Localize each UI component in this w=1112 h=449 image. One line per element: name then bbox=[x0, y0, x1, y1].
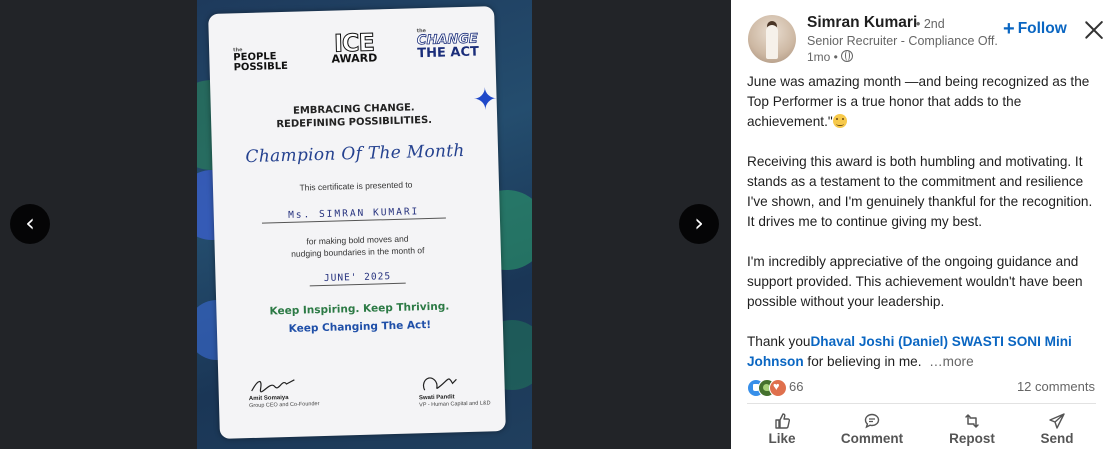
post-body: June was amazing month —and being recogn… bbox=[747, 72, 1102, 372]
change-the-act-logo: the CHANGE THE ACT bbox=[416, 27, 480, 62]
certificate-heading: EMBRACING CHANGE. REDEFINING POSSIBILITI… bbox=[211, 99, 498, 133]
post-paragraph-3: I'm incredibly appreciative of the ongoi… bbox=[747, 254, 1083, 309]
signer-1-role: Group CEO and Co-Founder bbox=[249, 401, 320, 410]
send-button[interactable]: Send bbox=[1017, 410, 1097, 449]
mention-dhaval-joshi[interactable]: Dhaval Joshi (Daniel) bbox=[810, 334, 947, 349]
author-avatar[interactable] bbox=[748, 15, 796, 63]
signature-block-2: Swati Pandit VP - Human Capital and L&D bbox=[418, 370, 499, 409]
paragraph-1-text: June was amazing month —and being recogn… bbox=[747, 74, 1090, 129]
next-image-button[interactable]: › bbox=[679, 204, 719, 244]
logo-right-line2: THE ACT bbox=[417, 44, 480, 62]
logo-left-text: PEOPLE POSSIBLE bbox=[233, 51, 289, 74]
author-headline: Senior Recruiter - Compliance Off... bbox=[807, 34, 997, 48]
comment-icon bbox=[864, 413, 880, 429]
close-icon[interactable] bbox=[1083, 19, 1105, 41]
like-label: Like bbox=[768, 431, 796, 446]
comment-label: Comment bbox=[840, 431, 904, 446]
post-paragraph-1: June was amazing month —and being recogn… bbox=[747, 72, 1102, 132]
thanks-prefix: Thank you bbox=[747, 334, 811, 349]
ice-award-logo: ICE AWARD bbox=[321, 28, 388, 66]
award-reason: for making bold moves and nudging bounda… bbox=[214, 230, 501, 262]
repost-label: Repost bbox=[949, 431, 995, 446]
previous-image-button[interactable]: ‹ bbox=[10, 204, 50, 244]
connection-degree: • 2nd bbox=[916, 17, 945, 31]
certificate-title: Champion Of The Month bbox=[245, 140, 465, 168]
certificate: the PEOPLE POSSIBLE ICE AWARD the CHANGE… bbox=[208, 6, 506, 439]
follow-button[interactable]: + Follow bbox=[1003, 18, 1067, 41]
certificate-motto: Keep Inspiring. Keep Thriving. Keep Chan… bbox=[216, 296, 503, 340]
send-icon bbox=[1049, 413, 1065, 429]
see-more-link[interactable]: …more bbox=[929, 354, 974, 369]
send-label: Send bbox=[1040, 431, 1074, 446]
thumbs-up-icon bbox=[775, 413, 790, 429]
smiling-emoji-icon bbox=[832, 114, 847, 128]
divider bbox=[747, 403, 1096, 404]
globe-icon bbox=[840, 50, 853, 62]
post-paragraph-4: Thank youDhaval Joshi (Daniel) SWASTI SO… bbox=[747, 332, 1102, 372]
post-paragraph-2: Receiving this award is both humbling an… bbox=[747, 154, 1093, 229]
plus-icon: + bbox=[1003, 18, 1015, 40]
comments-count-link[interactable]: 12 comments bbox=[1017, 379, 1095, 394]
signature-block-1: Amit Somaiya Group CEO and Co-Founder bbox=[248, 373, 339, 410]
logo-mid-small: AWARD bbox=[331, 51, 378, 66]
repost-icon bbox=[965, 414, 979, 428]
post-actions: Like Comment Repost Send bbox=[731, 410, 1112, 449]
signature-2-image bbox=[422, 377, 457, 391]
comment-button[interactable]: Comment bbox=[832, 410, 912, 449]
love-reaction-icon bbox=[769, 379, 787, 397]
mention-swasti-soni[interactable]: SWASTI SONI bbox=[952, 334, 1041, 349]
presented-to-text: This certificate is presented to bbox=[299, 179, 413, 193]
thanks-suffix: for believing in me. bbox=[803, 354, 922, 369]
like-button[interactable]: Like bbox=[742, 410, 822, 449]
post-time: 1mo • bbox=[807, 50, 838, 64]
post-panel: Simran Kumari • 2nd Senior Recruiter - C… bbox=[731, 0, 1112, 449]
signer-2-role: VP - Human Capital and L&D bbox=[419, 400, 491, 409]
people-possible-logo: the PEOPLE POSSIBLE bbox=[233, 46, 294, 74]
post-meta: 1mo • bbox=[807, 50, 853, 64]
image-viewer: the PEOPLE POSSIBLE ICE AWARD the CHANGE… bbox=[0, 0, 731, 449]
repost-button[interactable]: Repost bbox=[932, 410, 1012, 449]
reaction-count: 66 bbox=[789, 379, 804, 394]
follow-label: Follow bbox=[1017, 20, 1067, 37]
award-month: JUNE' 2025 bbox=[309, 270, 406, 287]
author-name[interactable]: Simran Kumari bbox=[807, 14, 917, 32]
avatar-figure bbox=[766, 25, 778, 59]
signature-1-image bbox=[251, 379, 295, 393]
recipient-name: Ms. SIMRAN KUMARI bbox=[261, 205, 446, 224]
